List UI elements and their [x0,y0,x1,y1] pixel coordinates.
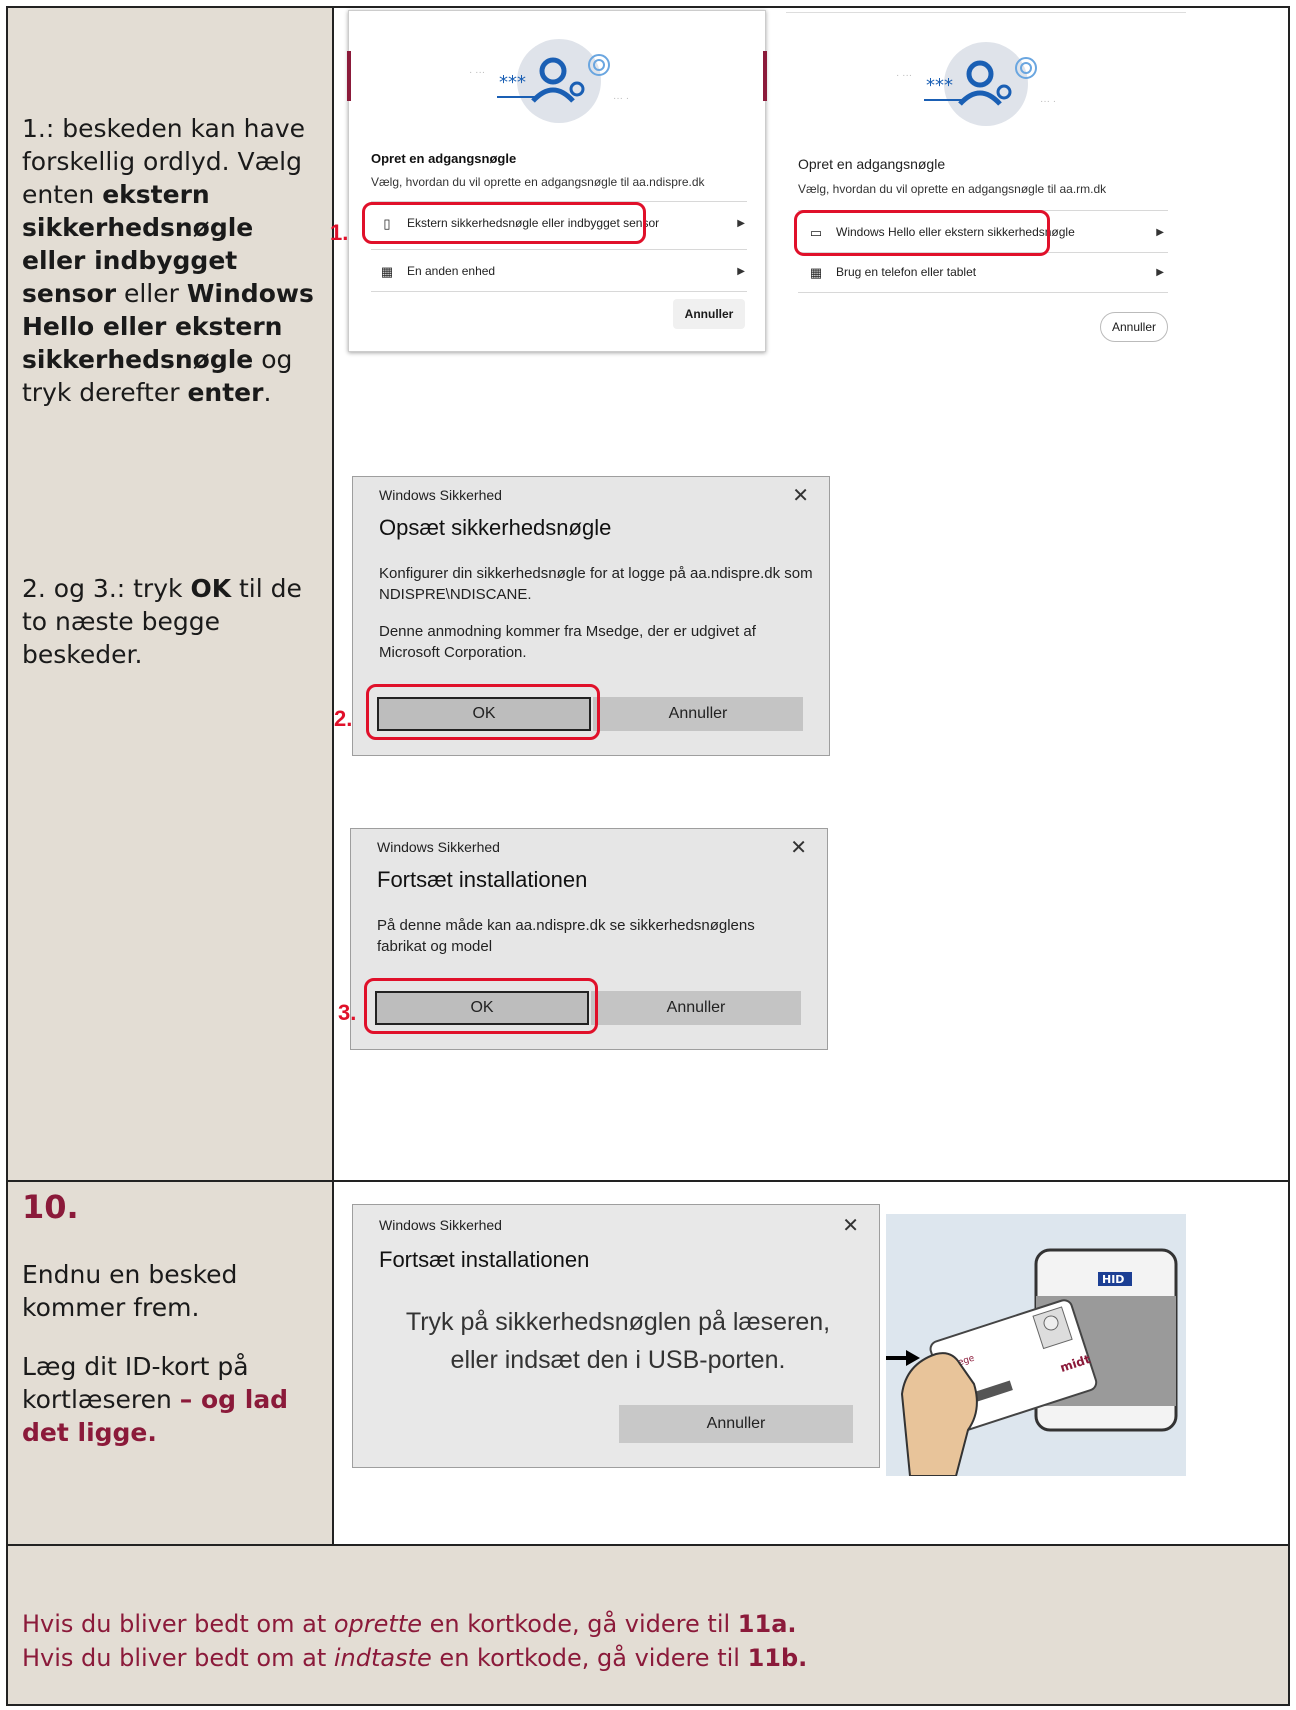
step-marker-1: 1. [330,220,349,245]
accent-strip [347,51,351,101]
chevron-right-icon: ▶ [1156,266,1164,278]
passkey-subtitle: Vælg, hvordan du vil oprette en adgangsn… [371,175,705,189]
option-phone-tablet[interactable]: ▦ Brug en telefon eller tablet ▶ [808,262,1164,282]
accent-strip [763,51,767,101]
chevron-right-icon: ▶ [737,217,745,229]
close-icon[interactable]: ✕ [790,835,807,860]
passkey-title: Opret en adgangsnøgle [798,156,946,172]
next-step-line-2: Hvis du bliver bedt om at indtaste en ko… [22,1644,808,1672]
divider [371,291,747,292]
tap-security-key-dialog: Windows Sikkerhed ✕ Fortsæt installation… [352,1204,880,1468]
card-reader-illustration: HID Læge midt [840,1214,1186,1477]
top-rule [786,12,1186,13]
option-label: En anden enhed [407,264,496,278]
reader-brand: HID [1102,1273,1124,1286]
dialog-header: Windows Sikkerhed [379,487,502,503]
highlight-box [794,210,1050,256]
passkey-subtitle: Vælg, hvordan du vil oprette en adgangsn… [798,182,1107,196]
row-divider [8,1180,1288,1182]
row-divider [8,1544,1288,1546]
svg-text:··· ·: ··· · [1040,96,1056,107]
step-number: 10. [22,1188,79,1226]
qr-code-icon: ▦ [809,265,823,280]
passkey-illustration-icon: *** · ··· ··· · [896,42,1056,126]
dialog-title: Opsæt sikkerhedsnøgle [379,515,612,540]
svg-text:··· ·: ··· · [613,93,629,104]
chevron-right-icon: ▶ [1156,226,1164,238]
step-2-3-instructions: 2. og 3.: tryk OK til de to næste begge … [22,574,302,669]
instruction-table: 1.: beskeden kan have forskellig ordlyd.… [6,6,1290,1706]
highlight-box [366,684,600,740]
qr-code-icon: ▦ [380,264,394,279]
option-label: Brug en telefon eller tablet [836,265,977,279]
cancel-button[interactable]: Annuller [591,991,801,1025]
card-reader-image: HID Læge midt [840,1248,1178,1477]
dialog-body-1: Konfigurer din sikkerhedsnøgle for at lo… [379,565,813,603]
next-step-line-1: Hvis du bliver bedt om at oprette en kor… [22,1610,797,1638]
svg-text:***: *** [926,75,953,96]
dialog-header: Windows Sikkerhed [379,1217,502,1233]
cancel-button[interactable]: Annuller [673,299,745,329]
option-other-device[interactable]: ▦ En anden enhed ▶ [379,261,745,281]
cancel-button[interactable]: Annuller [593,697,803,731]
highlight-box [362,202,646,244]
divider [798,292,1168,293]
dialog-title: Fortsæt installationen [377,867,588,892]
dialog-title: Fortsæt installationen [379,1247,590,1272]
passkey-illustration-icon: *** · ··· ··· · [469,39,629,123]
dialog-body: Tryk på sikkerhedsnøglen på læseren, ell… [405,1308,831,1374]
passkey-dialog-ndispre: *** · ··· ··· · Opret en adgangsnøgle Væ… [347,10,767,352]
step-10-text-1: Endnu en besked kommer frem. [22,1260,238,1322]
svg-text:· ···: · ··· [469,67,485,78]
step-1-instructions: 1.: beskeden kan have forskellig ordlyd.… [22,114,314,407]
step-10-text-2: Læg dit ID-kort på kortlæseren – og lad … [22,1352,289,1447]
svg-text:· ···: · ··· [896,70,912,81]
divider [371,249,747,250]
close-icon[interactable]: ✕ [792,483,809,508]
passkey-dialog-rm: *** · ··· ··· · Opret en adgangsnøgle Væ… [786,10,1186,358]
step-marker-3: 3. [338,1000,357,1025]
dialog-body-2: Denne anmodning kommer fra Msedge, der e… [379,623,756,661]
highlight-box [364,978,598,1034]
dialog-body-1: På denne måde kan aa.ndispre.dk se sikke… [377,917,755,955]
dialog-header: Windows Sikkerhed [377,839,500,855]
close-icon[interactable]: ✕ [842,1213,859,1238]
cancel-button[interactable]: Annuller [619,1405,853,1443]
chevron-right-icon: ▶ [737,265,745,277]
step-marker-2: 2. [334,706,353,731]
cancel-button[interactable]: Annuller [1100,312,1168,342]
passkey-title: Opret en adgangsnøgle [371,151,517,166]
svg-text:***: *** [499,72,526,93]
